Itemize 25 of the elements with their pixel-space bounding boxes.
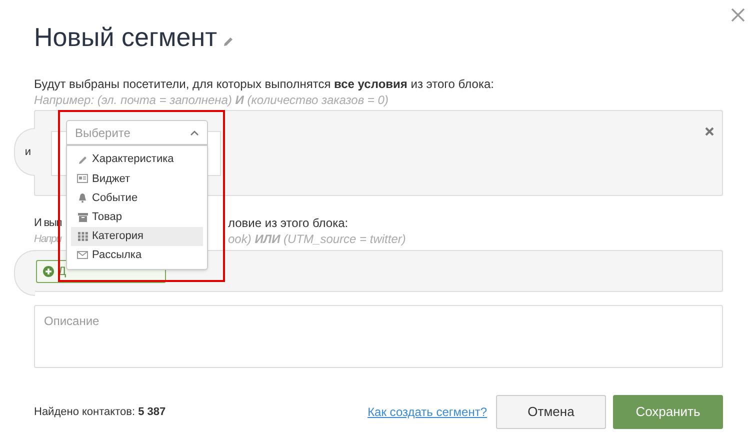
bell-icon	[77, 192, 88, 203]
menu-item[interactable]: Товар	[71, 208, 203, 227]
dialog-title: Новый сегмент	[34, 22, 218, 52]
card-icon	[77, 174, 88, 184]
connector-label: и	[24, 144, 31, 160]
remove-icon[interactable]	[705, 127, 714, 136]
block-description: ловие из этого блока:	[228, 215, 350, 231]
plus-icon	[43, 266, 54, 276]
block-hint: Например: (эл. почта = заполнена) И (количество заказов = 0)	[34, 92, 390, 108]
cancel-button[interactable]: Отмена	[496, 395, 606, 429]
pencil-icon[interactable]	[223, 36, 234, 47]
menu-item[interactable]: Виджет	[71, 169, 203, 188]
menu-item[interactable]: Категория	[71, 226, 203, 246]
box-icon	[77, 212, 88, 222]
contacts-count: Найдено контактов: 5 387	[34, 404, 166, 420]
close-icon[interactable]	[731, 8, 745, 22]
block-description: Будут выбраны посетители, для которых выполнятся все условия из этого блока:	[34, 76, 495, 92]
menu-item[interactable]: Событие	[71, 188, 203, 208]
block-hint: ook) ИЛИ (UTM_source = twitter)	[228, 231, 407, 247]
grid-icon	[77, 232, 88, 241]
help-link[interactable]: Как создать сегмент?	[368, 403, 487, 421]
menu-item[interactable]: Характеристика	[71, 150, 203, 170]
description-field[interactable]: Описание	[34, 305, 723, 368]
pencil-icon	[77, 154, 88, 165]
envelope-icon	[77, 251, 88, 260]
